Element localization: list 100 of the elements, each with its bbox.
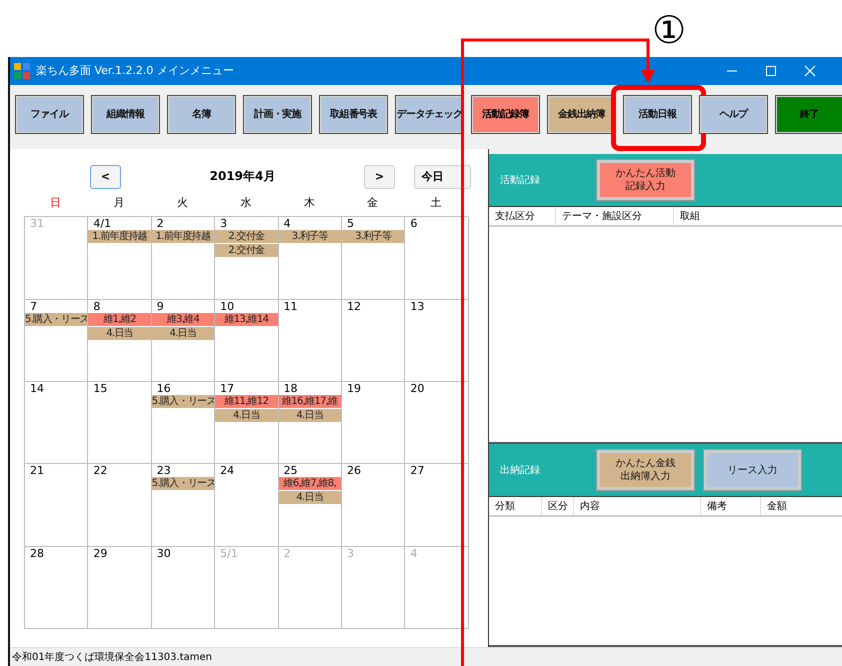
calendar-day[interactable]: 17 維11,維12 4.日当 — [215, 382, 279, 464]
calendar-day[interactable]: 21 — [25, 464, 88, 547]
column-header[interactable]: 区分 — [542, 497, 574, 516]
event-bar[interactable]: 2.交付金 — [215, 244, 278, 258]
day-number: 28 — [29, 546, 44, 560]
day-number: 18 — [282, 382, 298, 395]
weekday-label: 月 — [114, 196, 125, 210]
calendar-day[interactable]: 26 — [342, 464, 406, 547]
window-title: 楽ちん多面 Ver.1.2.2.0 メインメニュー — [36, 63, 234, 78]
event-bar[interactable]: 5.購入・リース — [152, 477, 214, 490]
event-bar[interactable]: 5.購入・リース — [152, 394, 214, 408]
calendar-day[interactable]: 29 — [88, 546, 152, 630]
event-bar[interactable]: 3.利子等 — [342, 230, 404, 244]
day-number: 16 — [156, 382, 171, 395]
calendar-day[interactable]: 15 — [88, 382, 152, 464]
day-number: 13 — [409, 300, 424, 313]
toolbar-button[interactable]: ヘルプ — [699, 94, 768, 134]
event-bar[interactable]: 1.前年度持越 — [152, 230, 214, 244]
day-number: 7 — [29, 300, 37, 313]
calendar-day[interactable]: 6 — [405, 217, 469, 300]
event-bar[interactable]: 維13,維14 — [215, 312, 278, 326]
event-bar[interactable]: 維6,維7,維8, — [278, 477, 341, 490]
maximize-icon[interactable] — [764, 64, 778, 78]
event-bar[interactable]: 4.日当 — [152, 326, 214, 340]
day-number: 30 — [156, 546, 171, 560]
calendar-day[interactable]: 30 — [152, 546, 216, 630]
event-bar[interactable]: 4.日当 — [88, 326, 151, 340]
calendar-day[interactable]: 19 — [342, 382, 406, 464]
calendar-day[interactable]: 9 維3,維4 4.日当 — [152, 300, 216, 382]
calendar-day[interactable]: 12 — [342, 300, 406, 382]
calendar-day[interactable]: 8 維1,維2 4.日当 — [88, 300, 152, 382]
app-icon — [14, 62, 30, 79]
day-number: 24 — [219, 464, 234, 478]
today-button[interactable]: 今日 — [414, 164, 471, 189]
calendar-day[interactable]: 28 — [25, 546, 88, 630]
event-bar[interactable]: 5.購入・リース — [25, 312, 88, 326]
toolbar-button[interactable]: 組織情報 — [91, 94, 160, 134]
event-bar[interactable]: 4.日当 — [278, 408, 341, 422]
event-bar[interactable]: 4.日当 — [278, 491, 341, 504]
day-number: 4 — [282, 217, 291, 230]
toolbar-button[interactable]: 終了 — [775, 94, 842, 134]
calendar-day[interactable]: 5 3.利子等 — [342, 217, 406, 300]
toolbar-button[interactable]: 名簿 — [167, 94, 236, 134]
event-bar[interactable]: 1.前年度持越 — [88, 230, 151, 244]
calendar-day[interactable]: 11 — [278, 300, 342, 382]
day-number: 22 — [92, 464, 108, 478]
calendar-day[interactable]: 20 — [405, 382, 469, 464]
day-number: 11 — [282, 300, 298, 313]
calendar-day[interactable]: 7 5.購入・リース — [25, 300, 88, 382]
day-number: 3 — [219, 217, 228, 230]
weekday-label: 火 — [176, 196, 188, 210]
toolbar-button[interactable]: 活動日報 — [623, 94, 692, 134]
toolbar-button[interactable]: 計画・実施 — [243, 94, 312, 134]
calendar-day[interactable]: 4 3.利子等 — [278, 217, 342, 300]
input-button[interactable]: かんたん金銭出納簿入力 — [597, 450, 694, 490]
toolbar-button[interactable]: ファイル — [15, 94, 84, 134]
month-title: 2019年4月 — [208, 168, 276, 186]
column-header[interactable]: 内容 — [574, 497, 701, 516]
event-bar[interactable]: 維1,維2 — [88, 312, 151, 326]
weekday-label: 水 — [240, 196, 252, 210]
calendar-day[interactable]: 3 2.交付金 2.交付金 — [215, 217, 279, 300]
calendar-day[interactable]: 22 — [88, 464, 152, 547]
calendar-day[interactable]: 10 維13,維14 — [215, 300, 279, 382]
event-bar[interactable]: 維16,維17,維 — [278, 394, 341, 408]
close-icon[interactable] — [803, 64, 817, 78]
calendar-day[interactable]: 25 維6,維7,維8, 4.日当 — [278, 464, 342, 547]
column-header[interactable]: 取組 — [674, 207, 794, 226]
column-header[interactable]: 金額 — [761, 497, 841, 516]
event-bar[interactable]: 3.利子等 — [278, 230, 341, 244]
day-number: 21 — [29, 464, 44, 478]
column-header[interactable]: 分類 — [489, 497, 542, 516]
calendar-day[interactable]: 18 維16,維17,維 4.日当 — [278, 382, 342, 464]
input-button[interactable]: リース入力 — [704, 450, 801, 490]
input-button[interactable]: かんたん活動記録入力 — [597, 160, 694, 200]
event-bar[interactable]: 2.交付金 — [215, 230, 278, 244]
event-bar[interactable]: 4.日当 — [215, 408, 278, 422]
day-number: 9 — [156, 300, 164, 313]
day-number: 2 — [282, 546, 291, 560]
calendar-day[interactable]: 24 — [215, 464, 279, 547]
weekday-label: 日 — [50, 196, 62, 210]
event-bar[interactable]: 維3,維4 — [152, 312, 214, 326]
column-header[interactable]: 支払区分 — [489, 207, 556, 226]
next-month-button[interactable]: > — [364, 164, 395, 189]
calendar-day[interactable]: 27 — [405, 464, 469, 547]
calendar-day[interactable]: 2 1.前年度持越 — [152, 217, 216, 300]
calendar-day[interactable]: 4/1 1.前年度持越 — [88, 217, 152, 300]
calendar-day[interactable]: 13 — [405, 300, 469, 382]
calendar-day[interactable]: 23 5.購入・リース — [152, 464, 216, 547]
day-number: 12 — [346, 300, 361, 313]
calendar-day[interactable]: 14 — [25, 382, 88, 464]
toolbar-button[interactable]: データチェック — [395, 94, 464, 134]
previous-month-button[interactable]: < — [90, 164, 121, 189]
toolbar-button[interactable]: 活動記録簿 — [471, 94, 540, 134]
toolbar-button[interactable]: 取組番号表 — [319, 94, 388, 134]
step-number: ① — [652, 8, 686, 52]
calendar-day[interactable]: 16 5.購入・リース — [152, 382, 216, 464]
column-header[interactable]: テーマ・施設区分 — [556, 207, 674, 226]
event-bar[interactable]: 維11,維12 — [215, 394, 278, 408]
day-number: 4 — [409, 546, 418, 560]
column-header[interactable]: 備考 — [701, 497, 761, 516]
